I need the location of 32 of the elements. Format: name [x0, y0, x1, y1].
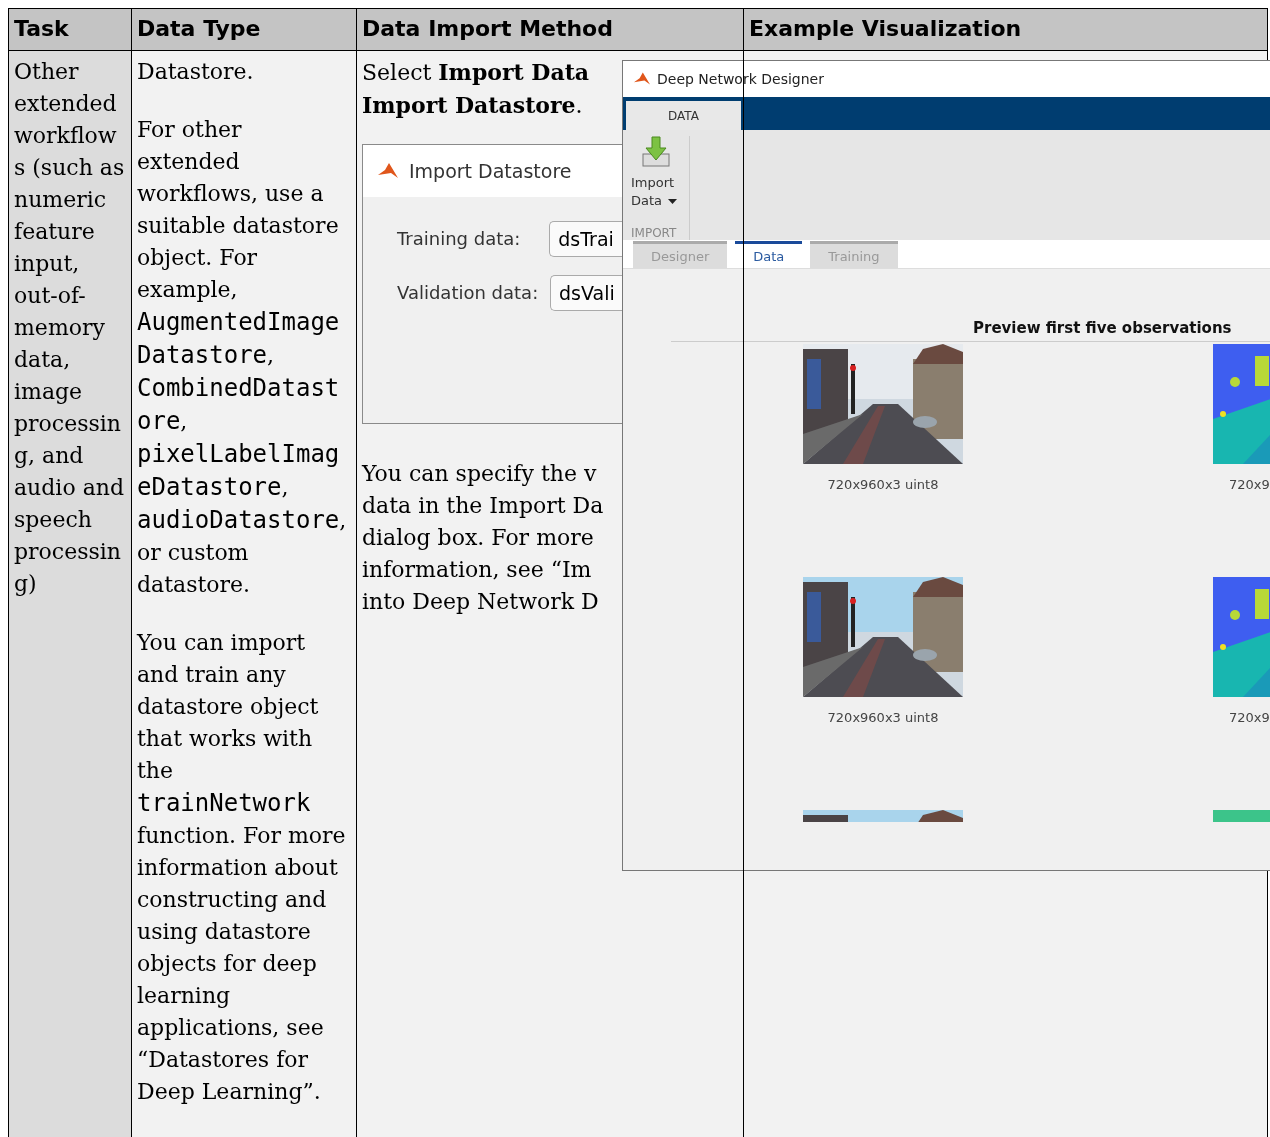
field-label: Validation data:: [397, 282, 538, 304]
paragraph: Datastore.: [137, 58, 255, 86]
image-caption: 720x9: [1228, 477, 1270, 492]
note-text: dialog box. For more: [362, 524, 594, 552]
column-header: Example Visualization: [744, 9, 1267, 50]
note-text: You can specify the v: [362, 460, 597, 488]
column-header: Data Import Method: [357, 9, 743, 50]
note-text: data in the Import Da: [362, 492, 604, 520]
download-icon: [641, 136, 671, 168]
preview-title: Preview first five observations: [973, 319, 1232, 337]
image-caption: 720x960x3 uint8: [826, 710, 940, 725]
instruction-text: Import Datastore.: [362, 91, 583, 120]
import-data-button[interactable]: Import Data: [631, 136, 689, 210]
logo-icon: [633, 71, 651, 87]
table-cell-text: Other extended workflows (such as numeric feature input, out-of-memory data, image processing, and audio and speech processing): [14, 58, 126, 598]
ribbon-tab[interactable]: DATA: [626, 101, 741, 130]
logo-icon: [377, 161, 399, 181]
section-label: IMPORT: [631, 226, 678, 240]
note-text: into Deep Network D: [362, 588, 599, 616]
dialog-title: Import Datastore: [409, 159, 572, 184]
input-field[interactable]: dsTrai: [549, 221, 622, 257]
instruction-text: Select Import Data: [362, 58, 590, 87]
column-header: Data Type: [132, 9, 356, 50]
image-caption: 720x960x3 uint8: [826, 477, 940, 492]
input-field[interactable]: dsVali: [550, 275, 622, 311]
paragraph: For other extended workflows, use a suitable datastore object. For example, AugmentedImageDatastore, CombinedDatastore, pixelLabelImageDatastore, audioDatastore, or custom datastore.: [137, 116, 348, 599]
note-text: information, see “Im: [362, 556, 592, 584]
image-caption: 720x9: [1228, 710, 1270, 725]
field-label: Training data:: [397, 228, 522, 250]
caret-icon: [668, 198, 678, 204]
paragraph: You can import and train any datastore object that works with the trainNetwork function. For more information about constructing and using datastore objects for deep learning applications, see “Datastores for Deep Learning”.: [137, 629, 347, 1106]
column-header: Task: [9, 9, 131, 50]
